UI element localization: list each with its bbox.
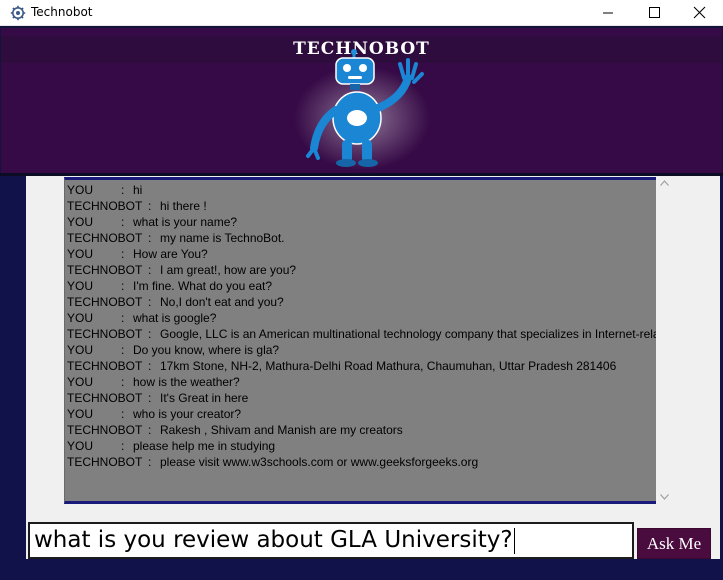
chat-speaker: TECHNOBOT xyxy=(67,295,143,309)
chat-speaker: YOU xyxy=(67,183,94,197)
chat-message: I'm fine. What do you eat? xyxy=(133,279,273,293)
maximize-icon xyxy=(649,7,660,18)
chevron-down-icon[interactable] xyxy=(660,494,669,500)
chat-separator: : xyxy=(148,391,152,405)
chat-message: I am great!, how are you? xyxy=(160,263,297,277)
question-input[interactable]: what is you review about GLA University? xyxy=(28,522,634,559)
chat-message: hi there ! xyxy=(160,199,207,213)
chat-message: my name is TechnoBot. xyxy=(160,231,285,245)
chat-speaker: YOU xyxy=(67,375,94,389)
chat-message: please visit www.w3schools.com or www.ge… xyxy=(160,455,479,469)
title-bar[interactable]: Technobot xyxy=(0,0,723,26)
chat-speaker: YOU xyxy=(67,279,94,293)
chat-separator: : xyxy=(148,359,152,373)
chat-separator: : xyxy=(121,343,125,357)
chat-log[interactable]: YOU: hi TECHNOBOT: hi there ! YOU: what is yo… xyxy=(64,177,656,504)
close-button[interactable] xyxy=(677,0,723,26)
chat-message: Rakesh , Shivam and Manish are my creato… xyxy=(160,423,403,437)
chat-message: How are You? xyxy=(133,247,208,261)
chat-separator: : xyxy=(121,183,125,197)
robot-waving-icon xyxy=(294,49,430,170)
chat-separator: : xyxy=(148,199,152,213)
chat-message: hi xyxy=(133,183,143,197)
chat-message: what is google? xyxy=(133,311,217,325)
chat-scrollbar[interactable] xyxy=(656,177,673,504)
chat-separator: : xyxy=(121,247,125,261)
chat-speaker: YOU xyxy=(67,439,94,453)
chat-message: Google, LLC is an American multinational… xyxy=(160,327,656,341)
window-title: Technobot xyxy=(31,5,93,19)
question-text: what is you review about GLA University? xyxy=(34,527,513,553)
chat-separator: : xyxy=(148,327,152,341)
bottom-border xyxy=(26,559,723,580)
chat-message: please help me in studying xyxy=(133,439,276,453)
chat-speaker: YOU xyxy=(67,215,94,229)
chat-speaker: TECHNOBOT xyxy=(67,455,143,469)
chat-speaker: TECHNOBOT xyxy=(67,327,143,341)
chat-separator: : xyxy=(121,439,125,453)
chat-separator: : xyxy=(121,215,125,229)
chat-message: who is your creator? xyxy=(133,407,242,421)
chat-message: No,I don't eat and you? xyxy=(160,295,284,309)
chat-separator: : xyxy=(148,295,152,309)
chat-separator: : xyxy=(121,375,125,389)
chat-message: Do you know, where is gla? xyxy=(133,343,280,357)
chat-message: what is your name? xyxy=(133,215,238,229)
minimize-icon xyxy=(603,12,613,14)
chat-separator: : xyxy=(121,311,125,325)
maximize-button[interactable] xyxy=(631,0,677,26)
chat-separator: : xyxy=(121,279,125,293)
chat-separator: : xyxy=(148,423,152,437)
chat-speaker: TECHNOBOT xyxy=(67,423,143,437)
chat-speaker: YOU xyxy=(67,247,94,261)
chat-speaker: TECHNOBOT xyxy=(67,199,143,213)
text-caret xyxy=(513,527,515,554)
chat-separator: : xyxy=(148,455,152,469)
chat-message: It's Great in here xyxy=(160,391,249,405)
gear-app-icon xyxy=(10,5,26,21)
chat-message: how is the weather? xyxy=(133,375,240,389)
minimize-button[interactable] xyxy=(585,0,631,26)
chat-separator: : xyxy=(148,231,152,245)
chat-speaker: YOU xyxy=(67,343,94,357)
close-icon xyxy=(693,6,706,19)
chat-speaker: YOU xyxy=(67,311,94,325)
left-border xyxy=(0,176,26,580)
chat-speaker: TECHNOBOT xyxy=(67,391,143,405)
chat-speaker: TECHNOBOT xyxy=(67,263,143,277)
chat-speaker: TECHNOBOT xyxy=(67,359,143,373)
chat-speaker: YOU xyxy=(67,407,94,421)
chevron-up-icon[interactable] xyxy=(660,180,669,186)
chat-separator: : xyxy=(121,407,125,421)
ask-me-button[interactable]: Ask Me xyxy=(637,528,711,559)
chat-speaker: TECHNOBOT xyxy=(67,231,143,245)
chat-message: 17km Stone, NH-2, Mathura-Delhi Road Mat… xyxy=(160,359,617,373)
chat-separator: : xyxy=(148,263,152,277)
